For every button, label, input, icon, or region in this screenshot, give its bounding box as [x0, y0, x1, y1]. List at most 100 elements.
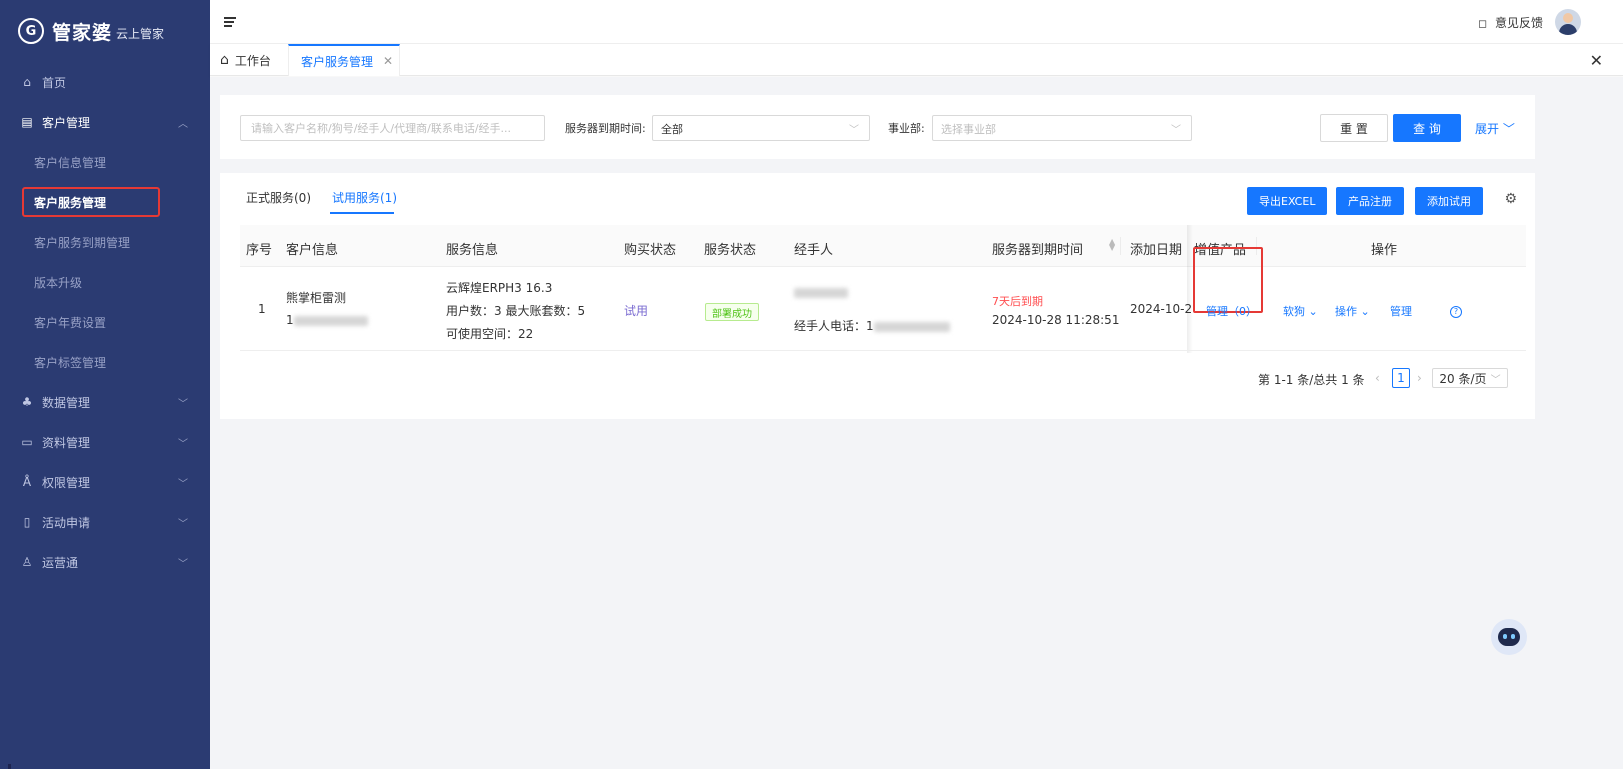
chevron-down-icon: ⌄	[1308, 305, 1318, 318]
service-list-panel: 正式服务(0) 试用服务(1) 导出EXCEL 产品注册 添加试用 ⚙ 序号 客…	[220, 173, 1535, 419]
sidebar-item-operations[interactable]: ♙ 运营通 ﹀	[0, 542, 210, 582]
logo: G 管家婆 云上管家	[0, 0, 210, 62]
customer-icon: ▤	[21, 115, 33, 129]
search-input[interactable]	[240, 115, 545, 141]
sidebar-item-permission-management[interactable]: Å 权限管理 ﹀	[0, 462, 210, 502]
chevron-down-icon: ﹀	[178, 398, 188, 410]
value-added-manage-link[interactable]: 管理（0）	[1206, 303, 1257, 319]
sidebar-item-activity-apply[interactable]: ▯ 活动申请 ﹀	[0, 502, 210, 542]
export-excel-button[interactable]: 导出EXCEL	[1247, 187, 1328, 215]
close-all-icon[interactable]: ✕	[1590, 51, 1603, 70]
column-divider	[1120, 237, 1121, 255]
sidebar-subitem-customer-service[interactable]: 客户服务管理	[0, 182, 210, 222]
home-icon: ⌂	[220, 52, 229, 68]
chevron-down-icon: ﹀	[1502, 122, 1515, 136]
col-add-date: 添加日期	[1130, 243, 1183, 258]
softdog-dropdown[interactable]: 软狗 ⌄	[1283, 303, 1318, 319]
add-trial-button[interactable]: 添加试用	[1415, 187, 1483, 215]
expand-link[interactable]: 展开 ﹀	[1475, 120, 1515, 137]
handler-name	[794, 285, 848, 299]
expire-select-value: 全部	[661, 123, 683, 136]
top-bar: ◻ 意见反馈	[210, 0, 1623, 44]
sidebar-subitem-label: 客户信息管理	[34, 155, 107, 170]
expire-select[interactable]: 全部 ﹀	[652, 115, 870, 141]
sidebar-subitem-customer-info[interactable]: 客户信息管理	[0, 142, 210, 182]
customer-phone: 1	[286, 313, 368, 327]
product-register-button[interactable]: 产品注册	[1336, 187, 1404, 215]
sidebar-item-customer-management[interactable]: ▤ 客户管理 ︿	[0, 102, 210, 142]
network-icon: ♙	[21, 555, 33, 569]
sidebar-item-label: 权限管理	[42, 475, 91, 490]
manage-link[interactable]: 管理	[1390, 303, 1412, 319]
close-icon[interactable]: ✕	[383, 54, 393, 68]
col-service-info: 服务信息	[446, 243, 499, 258]
sidebar-subitem-label: 客户年费设置	[34, 315, 107, 330]
page-size-select[interactable]: 20 条/页 ﹀	[1432, 368, 1508, 388]
tab-customer-service[interactable]: 客户服务管理 ✕	[288, 44, 400, 76]
table-row: 1 熊掌柜雷测 1 云辉煌ERPH3 16.3 用户数：3 最大账套数：5 可使…	[240, 247, 1526, 351]
softdog-label: 软狗	[1283, 305, 1305, 318]
tab-workbench[interactable]: ⌂ 工作台	[220, 44, 271, 76]
operate-label: 操作	[1335, 305, 1357, 318]
avatar[interactable]	[1555, 9, 1581, 35]
handler-phone: 经手人电话：1	[794, 317, 950, 334]
chevron-down-icon: ﹀	[178, 438, 188, 450]
col-handler: 经手人	[794, 243, 834, 258]
expand-label: 展开	[1475, 122, 1500, 136]
help-link[interactable]: ?	[1450, 303, 1462, 318]
sidebar-item-data-management[interactable]: ♣ 数据管理 ﹀	[0, 382, 210, 422]
active-tab-indicator	[330, 212, 394, 214]
feedback-link[interactable]: ◻ 意见反馈	[1478, 14, 1543, 31]
sort-icon[interactable]: ▲ ▼	[1109, 238, 1115, 252]
sidebar-item-label: 数据管理	[42, 395, 91, 410]
chatbot-button[interactable]	[1491, 619, 1527, 655]
sidebar: G 管家婆 云上管家 ⌂ 首页 ▤ 客户管理 ︿ 客户信息管理 客户服务管理 客…	[0, 0, 210, 769]
sidebar-item-resource-management[interactable]: ▭ 资料管理 ﹀	[0, 422, 210, 462]
sidebar-item-home[interactable]: ⌂ 首页	[0, 62, 210, 102]
sidebar-subitem-label: 客户标签管理	[34, 355, 107, 370]
dept-select[interactable]: 选择事业部 ﹀	[932, 115, 1192, 141]
menu-toggle-icon[interactable]	[224, 15, 238, 29]
next-page-icon[interactable]: ›	[1417, 371, 1422, 385]
sidebar-subitem-annual-fee[interactable]: 客户年费设置	[0, 302, 210, 342]
col-expire-time[interactable]: 服务器到期时间	[992, 239, 1083, 258]
pagination-summary: 第 1-1 条/总共 1 条	[1258, 373, 1365, 387]
expire-filter-label: 服务器到期时间:	[565, 122, 646, 135]
purchase-status: 试用	[624, 304, 649, 318]
table-header: 序号 客户信息 服务信息 购买状态 服务状态 经手人 服务器到期时间 ▲ ▼ 添加…	[240, 225, 1526, 267]
row-index: 1	[258, 302, 266, 316]
chevron-up-icon: ︿	[178, 118, 188, 130]
sidebar-subitem-service-expiry[interactable]: 客户服务到期管理	[0, 222, 210, 262]
tab-formal-service[interactable]: 正式服务(0)	[246, 189, 311, 206]
sidebar-subitem-customer-tags[interactable]: 客户标签管理	[0, 342, 210, 382]
operate-dropdown[interactable]: 操作 ⌄	[1335, 303, 1370, 319]
sidebar-subitem-label: 客户服务到期管理	[34, 235, 131, 250]
chevron-down-icon: ﹀	[178, 558, 188, 570]
tab-trial-service[interactable]: 试用服务(1)	[332, 189, 397, 206]
sidebar-subitem-label: 版本升级	[34, 275, 83, 290]
feedback-label: 意见反馈	[1494, 16, 1543, 30]
gear-icon[interactable]: ⚙	[1504, 191, 1517, 207]
service-status-badge: 部署成功	[705, 303, 759, 321]
chevron-down-icon: ﹀	[178, 478, 188, 490]
logo-sub-text: 云上管家	[116, 26, 165, 41]
add-date: 2024-10-2	[1130, 302, 1193, 316]
col-purchase-status: 购买状态	[624, 243, 677, 258]
logo-icon: G	[18, 18, 44, 44]
redacted-name	[794, 287, 848, 298]
expire-time: 2024-10-28 11:28:51	[992, 313, 1120, 327]
chevron-down-icon: ﹀	[178, 518, 188, 530]
user-icon: Å	[22, 475, 32, 489]
highlight-box	[22, 187, 160, 217]
sidebar-subitem-version-upgrade[interactable]: 版本升级	[0, 262, 210, 302]
page-number[interactable]: 1	[1392, 368, 1410, 388]
query-button[interactable]: 查 询	[1393, 114, 1461, 142]
page-size-value: 20 条/页	[1439, 371, 1487, 386]
document-icon: ▯	[23, 515, 31, 529]
chevron-down-icon: ﹀	[1490, 374, 1501, 386]
reset-button[interactable]: 重 置	[1320, 114, 1388, 142]
redacted-phone	[873, 321, 950, 332]
dept-select-placeholder: 选择事业部	[941, 123, 996, 136]
prev-page-icon[interactable]: ‹	[1375, 371, 1380, 385]
sidebar-item-label: 活动申请	[42, 515, 91, 530]
